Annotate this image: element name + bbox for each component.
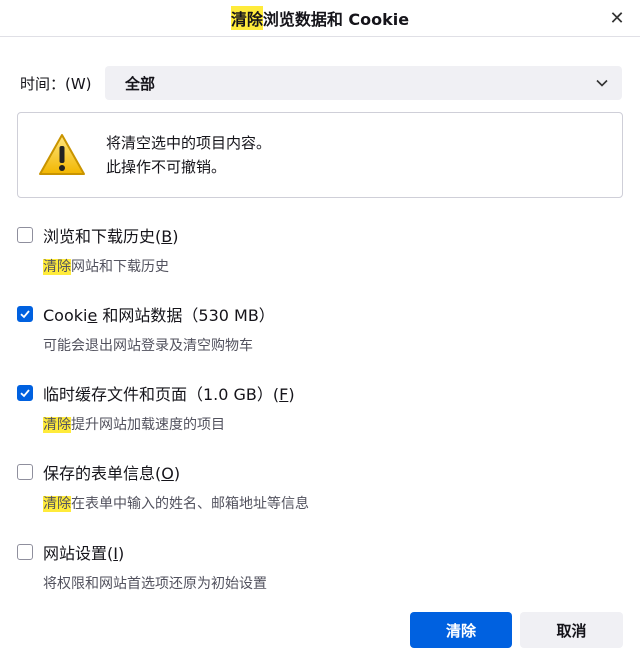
warning-line-1: 将清空选中的项目内容。 (106, 134, 272, 152)
cache-description: 清除提升网站加载速度的项目 (43, 417, 225, 433)
warning-icon (38, 133, 86, 177)
history-description: 清除网站和下载历史 (43, 259, 169, 275)
cookies-checkbox[interactable] (17, 306, 33, 322)
warning-line-2: 此操作不可撤销。 (106, 158, 227, 176)
warning-box: 将清空选中的项目内容。 此操作不可撤销。 (17, 112, 623, 198)
history-label[interactable]: 浏览和下载历史(B) (43, 223, 178, 247)
site-settings-label[interactable]: 网站设置(I) (43, 540, 124, 564)
dialog-title: 清除 浏览数据和 Cookie ✕ (0, 0, 640, 37)
time-range-select[interactable]: 全部 (105, 66, 622, 100)
title-text: 浏览数据和 Cookie (262, 10, 410, 29)
cache-label[interactable]: 临时缓存文件和页面（1.0 GB）(F) (43, 381, 295, 405)
cache-checkbox[interactable] (17, 385, 33, 401)
option-site-settings: 网站设置(I) 将权限和网站首选项还原为初始设置 (17, 541, 267, 593)
form-data-checkbox[interactable] (17, 464, 33, 480)
cookies-label[interactable]: Cookie 和网站数据（530 MB） (43, 302, 275, 326)
option-form-data: 保存的表单信息(O) 清除在表单中输入的姓名、邮箱地址等信息 (17, 461, 309, 513)
form-data-label[interactable]: 保存的表单信息(O) (43, 460, 180, 484)
history-checkbox[interactable] (17, 227, 33, 243)
title-highlight: 清除 (230, 6, 263, 30)
cookies-description: 可能会退出网站登录及清空购物车 (43, 338, 253, 354)
option-cookies: Cookie 和网站数据（530 MB） 可能会退出网站登录及清空购物车 (17, 303, 275, 355)
clear-button[interactable]: 清除 (410, 612, 512, 648)
form-data-description: 清除在表单中输入的姓名、邮箱地址等信息 (43, 496, 309, 512)
close-icon[interactable]: ✕ (604, 5, 630, 31)
site-settings-description: 将权限和网站首选项还原为初始设置 (43, 576, 267, 592)
time-range-value: 全部 (125, 74, 156, 93)
site-settings-checkbox[interactable] (17, 544, 33, 560)
option-cache: 临时缓存文件和页面（1.0 GB）(F) 清除提升网站加载速度的项目 (17, 382, 295, 434)
cancel-button[interactable]: 取消 (520, 612, 623, 648)
chevron-down-icon (596, 76, 608, 91)
time-range-label: 时间：(W) (20, 74, 92, 93)
time-range-row: 时间：(W) 全部 (20, 66, 622, 100)
option-history: 浏览和下载历史(B) 清除网站和下载历史 (17, 224, 178, 276)
